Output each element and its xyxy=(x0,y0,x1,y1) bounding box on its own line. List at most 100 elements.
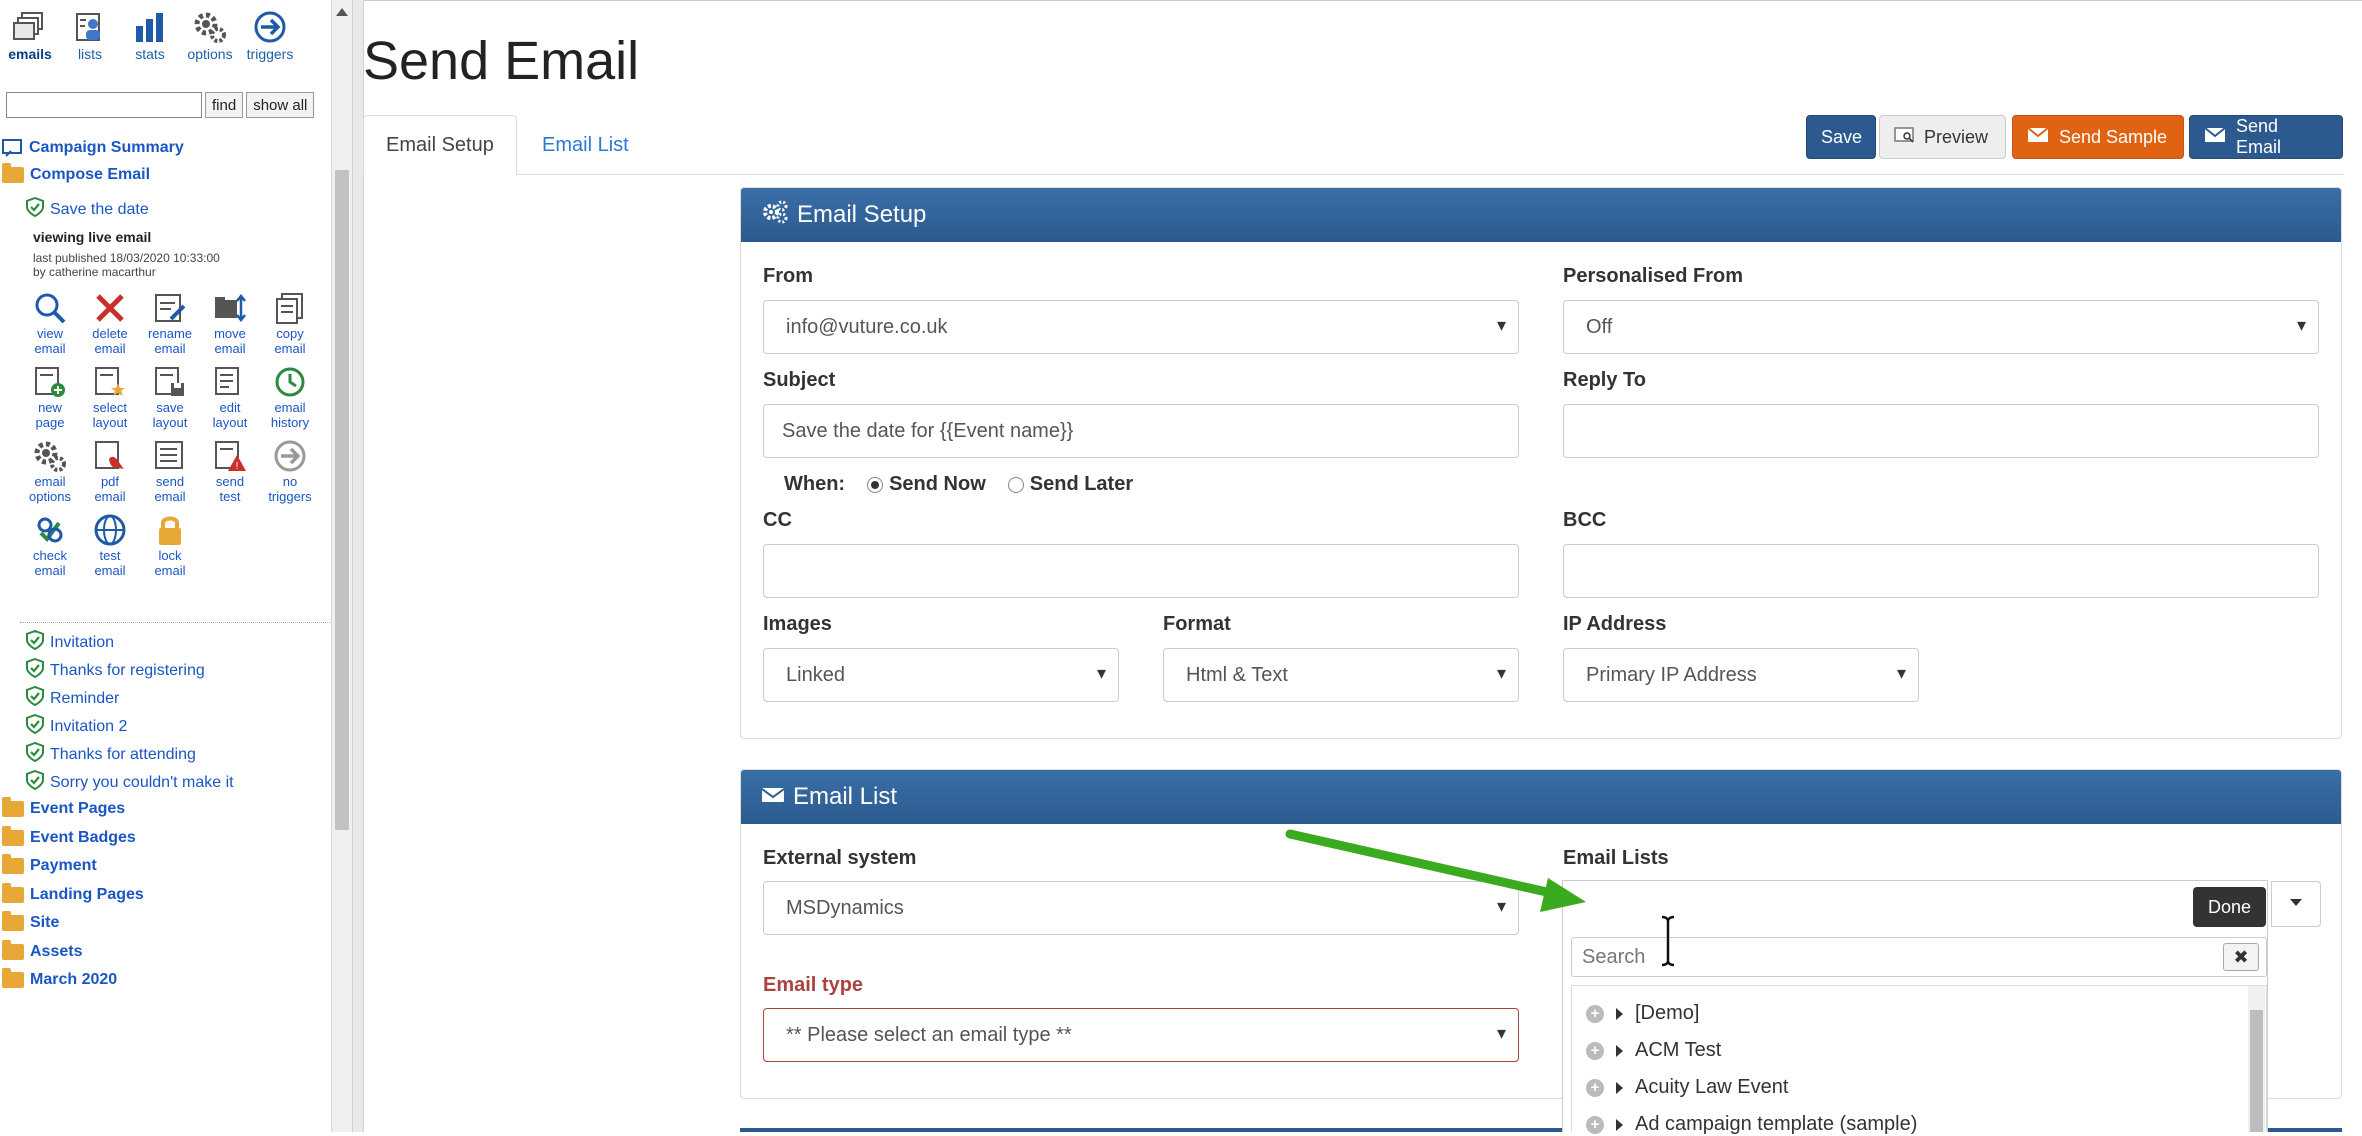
email-type-select[interactable]: ** Please select an email type ** xyxy=(763,1008,1519,1062)
save-button[interactable]: Save xyxy=(1806,115,1876,159)
add-circle-icon[interactable]: + xyxy=(1586,1004,1604,1023)
tab-email-list[interactable]: Email List xyxy=(520,115,651,176)
move-email-action[interactable]: move email xyxy=(200,290,260,356)
format-label: Format xyxy=(1163,613,1231,635)
folder-landing-pages[interactable]: Landing Pages xyxy=(2,883,144,904)
list-item[interactable]: + [Demo] xyxy=(1586,1002,1699,1025)
expand-arrow-icon[interactable] xyxy=(1616,1118,1623,1131)
list-item[interactable]: + ACM Test xyxy=(1586,1039,1721,1062)
expand-arrow-icon[interactable] xyxy=(1616,1007,1623,1020)
campaign-summary-link[interactable]: Campaign Summary xyxy=(2,138,184,158)
clear-search-button[interactable]: ✖ xyxy=(2223,943,2259,971)
action-label: send xyxy=(215,474,245,489)
pdf-email-action[interactable]: pdf email xyxy=(80,438,140,504)
folder-payment[interactable]: Payment xyxy=(2,854,97,875)
send-email-button[interactable]: Send Email xyxy=(2189,115,2343,159)
done-button[interactable]: Done xyxy=(2193,887,2266,927)
list-item[interactable]: + Ad campaign template (sample) xyxy=(1586,1113,1917,1136)
email-options-action[interactable]: email options xyxy=(20,438,80,504)
tab-lists-label: lists xyxy=(77,46,103,62)
personalised-from-select[interactable]: Off xyxy=(1563,300,2319,354)
tab-lists[interactable]: lists xyxy=(60,8,120,62)
add-circle-icon[interactable]: + xyxy=(1586,1041,1604,1060)
text-cursor-icon xyxy=(1660,915,1676,972)
email-thanks-for-attending[interactable]: Thanks for attending xyxy=(26,741,196,767)
tab-options[interactable]: options xyxy=(180,8,240,62)
action-label: email xyxy=(154,489,186,504)
bcc-input[interactable] xyxy=(1563,544,2319,598)
email-thanks-for-registering[interactable]: Thanks for registering xyxy=(26,657,205,683)
shield-check-icon xyxy=(26,713,44,739)
send-later-radio[interactable]: Send Later xyxy=(1007,473,1134,496)
subject-input[interactable]: Save the date for {{Event name}} xyxy=(763,404,1519,458)
tab-triggers[interactable]: triggers xyxy=(240,8,300,62)
campaign-summary-icon xyxy=(2,138,24,158)
email-save-the-date[interactable]: Save the date xyxy=(26,196,149,222)
check-email-action[interactable]: check email xyxy=(20,512,80,578)
folder-icon xyxy=(2,968,24,988)
send-sample-button[interactable]: Send Sample xyxy=(2012,115,2184,159)
clock-icon xyxy=(260,364,320,400)
email-reminder[interactable]: Reminder xyxy=(26,685,119,711)
send-later-label: Send Later xyxy=(1029,473,1134,495)
sidebar-search-input[interactable] xyxy=(6,92,202,118)
no-triggers-action[interactable]: no triggers xyxy=(260,438,320,504)
scroll-up-arrow-icon[interactable] xyxy=(336,8,348,16)
ip-address-select[interactable]: Primary IP Address xyxy=(1563,648,1919,702)
sidebar-scrollbar[interactable] xyxy=(331,0,352,1132)
list-item-label: [Demo] xyxy=(1635,1002,1700,1024)
folder-event-badges[interactable]: Event Badges xyxy=(2,826,136,847)
tab-stats[interactable]: stats xyxy=(120,8,180,62)
folder-label: Landing Pages xyxy=(30,886,144,903)
email-sorry-you-couldnt-make-it[interactable]: Sorry you couldn't make it xyxy=(26,769,234,795)
save-layout-action[interactable]: save layout xyxy=(140,364,200,430)
add-circle-icon[interactable]: + xyxy=(1586,1078,1604,1097)
external-system-value: MSDynamics xyxy=(786,896,904,919)
from-label: From xyxy=(763,265,813,287)
show-all-button[interactable]: show all xyxy=(246,92,315,118)
expand-arrow-icon[interactable] xyxy=(1616,1081,1623,1094)
expand-arrow-icon[interactable] xyxy=(1616,1044,1623,1057)
send-email-action[interactable]: send email xyxy=(140,438,200,504)
scrollbar-thumb[interactable] xyxy=(2250,1010,2263,1132)
folder-label: March 2020 xyxy=(30,971,118,988)
reply-to-input[interactable] xyxy=(1563,404,2319,458)
email-invitation[interactable]: Invitation xyxy=(26,629,114,655)
test-email-action[interactable]: test email xyxy=(80,512,140,578)
add-circle-icon[interactable]: + xyxy=(1586,1115,1604,1134)
tab-emails[interactable]: emails xyxy=(0,8,60,62)
select-layout-action[interactable]: select layout xyxy=(80,364,140,430)
tab-emails-label: emails xyxy=(8,46,52,62)
email-type-value: ** Please select an email type ** xyxy=(786,1023,1072,1046)
folder-march-2020[interactable]: March 2020 xyxy=(2,968,118,989)
folder-site[interactable]: Site xyxy=(2,911,59,932)
scrollbar-thumb[interactable] xyxy=(335,170,349,830)
from-select[interactable]: info@vuture.co.uk xyxy=(763,300,1519,354)
compose-email-folder[interactable]: Compose Email xyxy=(2,163,150,184)
edit-layout-action[interactable]: edit layout xyxy=(200,364,260,430)
format-select[interactable]: Html & Text xyxy=(1163,648,1519,702)
folder-event-pages[interactable]: Event Pages xyxy=(2,797,125,818)
list-item[interactable]: + Acuity Law Event xyxy=(1586,1076,1788,1099)
rename-email-action[interactable]: rename email xyxy=(140,290,200,356)
external-system-select[interactable]: MSDynamics xyxy=(763,881,1519,935)
send-now-label: Send Now xyxy=(889,473,986,495)
lock-email-action[interactable]: lock email xyxy=(140,512,200,578)
delete-email-action[interactable]: delete email xyxy=(80,290,140,356)
view-email-action[interactable]: view email xyxy=(20,290,80,356)
preview-button[interactable]: Preview xyxy=(1879,115,2006,159)
email-lists-scrollbar[interactable] xyxy=(2248,986,2265,1132)
new-page-action[interactable]: new page xyxy=(20,364,80,430)
folder-assets[interactable]: Assets xyxy=(2,940,82,961)
send-now-radio[interactable]: Send Now xyxy=(867,473,986,496)
cc-input[interactable] xyxy=(763,544,1519,598)
email-invitation-2[interactable]: Invitation 2 xyxy=(26,713,127,739)
images-select[interactable]: Linked xyxy=(763,648,1119,702)
action-label: select xyxy=(93,400,127,415)
copy-email-action[interactable]: copy email xyxy=(260,290,320,356)
tab-email-setup[interactable]: Email Setup xyxy=(363,115,517,176)
email-history-action[interactable]: email history xyxy=(260,364,320,430)
find-button[interactable]: find xyxy=(205,92,244,118)
send-test-action[interactable]: ! send test xyxy=(200,438,260,504)
email-lists-caret-button[interactable] xyxy=(2271,881,2321,927)
